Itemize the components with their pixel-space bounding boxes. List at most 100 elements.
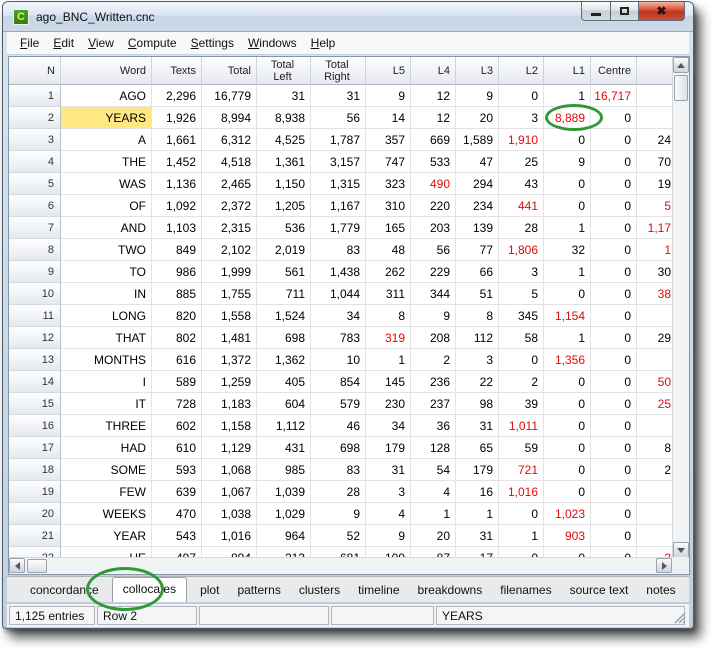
table-cell[interactable]	[637, 481, 672, 503]
table-cell[interactable]: 1,092	[152, 195, 202, 217]
table-cell[interactable]: 0	[591, 349, 637, 371]
table-cell[interactable]: 0	[591, 503, 637, 525]
scroll-up-button[interactable]	[673, 57, 689, 73]
table-cell[interactable]: 6,312	[202, 129, 257, 151]
table-cell[interactable]: 66	[456, 261, 499, 283]
table-cell[interactable]: 12	[411, 85, 456, 107]
table-cell[interactable]: 0	[544, 129, 591, 151]
table-cell[interactable]: 29	[637, 327, 672, 349]
tab-plot[interactable]: plot	[191, 579, 228, 602]
row-number[interactable]: 5	[9, 173, 61, 195]
tab-concordance[interactable]: concordance	[21, 579, 108, 602]
menu-item-windows[interactable]: Windows	[241, 33, 304, 53]
table-cell[interactable]: 1,016	[202, 525, 257, 547]
table-cell[interactable]: 165	[366, 217, 411, 239]
row-number[interactable]: 20	[9, 503, 61, 525]
table-cell[interactable]: 747	[366, 151, 411, 173]
tab-timeline[interactable]: timeline	[349, 579, 408, 602]
table-cell[interactable]: 1,103	[152, 217, 202, 239]
table-cell[interactable]: 0	[591, 217, 637, 239]
table-cell[interactable]: 8	[456, 305, 499, 327]
table-cell[interactable]: 986	[152, 261, 202, 283]
table-cell[interactable]: 9	[411, 305, 456, 327]
tab-notes[interactable]: notes	[637, 579, 684, 602]
table-cell[interactable]: 208	[411, 327, 456, 349]
table-cell[interactable]: 1,315	[311, 173, 366, 195]
table-cell[interactable]: 4	[411, 481, 456, 503]
table-cell[interactable]: 783	[311, 327, 366, 349]
table-cell[interactable]: 698	[257, 327, 311, 349]
table-cell[interactable]: 1	[411, 503, 456, 525]
table-cell[interactable]: 237	[411, 393, 456, 415]
column-header-extra[interactable]	[637, 57, 672, 85]
table-cell[interactable]: 470	[152, 503, 202, 525]
table-cell[interactable]: 1	[544, 217, 591, 239]
table-cell[interactable]: 357	[366, 129, 411, 151]
table-cell[interactable]: 8,938	[257, 107, 311, 129]
table-cell[interactable]: 145	[366, 371, 411, 393]
table-cell[interactable]: 1,17	[637, 217, 672, 239]
column-header-l4[interactable]: L4	[411, 57, 456, 85]
table-cell[interactable]: 1,068	[202, 459, 257, 481]
table-cell[interactable]: 50	[637, 371, 672, 393]
scroll-down-button[interactable]	[673, 542, 689, 558]
table-cell[interactable]: 1,926	[152, 107, 202, 129]
column-header-centre[interactable]: Centre	[591, 57, 637, 85]
tab-breakdowns[interactable]: breakdowns	[409, 579, 492, 602]
vertical-scrollbar[interactable]	[672, 57, 689, 558]
horizontal-scroll-thumb[interactable]	[27, 559, 47, 573]
table-cell[interactable]: 2,296	[152, 85, 202, 107]
table-cell[interactable]: 10	[311, 349, 366, 371]
table-cell[interactable]: 0	[544, 459, 591, 481]
table-cell[interactable]: 4,518	[202, 151, 257, 173]
table-cell[interactable]: 1	[499, 525, 544, 547]
table-cell[interactable]	[637, 305, 672, 327]
table-cell[interactable]: 1,438	[311, 261, 366, 283]
word-cell[interactable]: MONTHS	[61, 349, 152, 371]
row-number[interactable]: 21	[9, 525, 61, 547]
table-cell[interactable]: 25	[499, 151, 544, 173]
table-cell[interactable]: 616	[152, 349, 202, 371]
table-cell[interactable]: 0	[591, 151, 637, 173]
column-header-total-left[interactable]: Total Left	[257, 57, 311, 85]
word-cell[interactable]: TO	[61, 261, 152, 283]
table-cell[interactable]: 344	[411, 283, 456, 305]
table-cell[interactable]: 589	[152, 371, 202, 393]
table-cell[interactable]: 1	[544, 85, 591, 107]
table-cell[interactable]: 0	[591, 129, 637, 151]
row-number[interactable]: 8	[9, 239, 61, 261]
table-cell[interactable]: 0	[591, 173, 637, 195]
table-cell[interactable]: 0	[499, 85, 544, 107]
table-cell[interactable]: 9	[366, 85, 411, 107]
table-cell[interactable]: 1,154	[544, 305, 591, 327]
table-cell[interactable]: 56	[311, 107, 366, 129]
table-cell[interactable]: 1,558	[202, 305, 257, 327]
table-cell[interactable]: 310	[366, 195, 411, 217]
table-cell[interactable]: 54	[411, 459, 456, 481]
table-cell[interactable]: 1,259	[202, 371, 257, 393]
table-cell[interactable]: 31	[311, 85, 366, 107]
table-cell[interactable]	[637, 85, 672, 107]
table-cell[interactable]: 431	[257, 437, 311, 459]
word-cell[interactable]: THAT	[61, 327, 152, 349]
table-cell[interactable]: 1,039	[257, 481, 311, 503]
row-number[interactable]: 19	[9, 481, 61, 503]
vertical-scroll-thumb[interactable]	[674, 75, 688, 101]
table-cell[interactable]: 311	[366, 283, 411, 305]
table-cell[interactable]: 1,524	[257, 305, 311, 327]
table-cell[interactable]: 1,481	[202, 327, 257, 349]
table-cell[interactable]: 38	[637, 283, 672, 305]
table-cell[interactable]: 323	[366, 173, 411, 195]
table-cell[interactable]: 4	[366, 503, 411, 525]
table-cell[interactable]: 1,362	[257, 349, 311, 371]
table-cell[interactable]: 234	[456, 195, 499, 217]
table-cell[interactable]: 698	[311, 437, 366, 459]
table-cell[interactable]	[637, 349, 672, 371]
table-cell[interactable]: 12	[411, 107, 456, 129]
table-cell[interactable]: 230	[366, 393, 411, 415]
table-cell[interactable]: 9	[366, 525, 411, 547]
table-cell[interactable]: 1,910	[499, 129, 544, 151]
table-cell[interactable]: 24	[637, 129, 672, 151]
table-cell[interactable]: 139	[456, 217, 499, 239]
table-cell[interactable]: 1,023	[544, 503, 591, 525]
